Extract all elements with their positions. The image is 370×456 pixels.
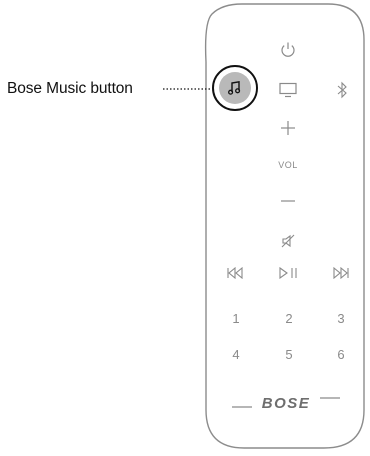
skip-forward-icon bbox=[333, 267, 349, 279]
callout-leader-line bbox=[163, 88, 212, 90]
bose-music-button[interactable] bbox=[212, 65, 258, 111]
minus-icon bbox=[281, 200, 295, 202]
volume-up-button[interactable] bbox=[278, 118, 298, 138]
preset-1-button[interactable]: 1 bbox=[226, 309, 246, 327]
preset-5-button[interactable]: 5 bbox=[279, 345, 299, 363]
mute-button[interactable] bbox=[278, 231, 298, 251]
play-pause-button[interactable] bbox=[276, 264, 302, 282]
previous-button[interactable] bbox=[224, 264, 246, 282]
bose-logo: BOSE bbox=[232, 393, 340, 415]
volume-label: VOL bbox=[278, 160, 298, 170]
power-button[interactable] bbox=[276, 38, 300, 62]
preset-4-button[interactable]: 4 bbox=[226, 345, 246, 363]
play-pause-icon bbox=[279, 267, 297, 279]
bose-music-button-face bbox=[219, 72, 251, 104]
plus-icon bbox=[281, 121, 295, 135]
bose-logo-text: BOSE bbox=[262, 395, 311, 412]
tv-icon bbox=[279, 82, 297, 98]
tv-button[interactable] bbox=[275, 79, 301, 101]
preset-3-button[interactable]: 3 bbox=[331, 309, 351, 327]
volume-down-button[interactable] bbox=[278, 193, 298, 209]
mute-icon bbox=[281, 234, 295, 248]
next-button[interactable] bbox=[330, 264, 352, 282]
bluetooth-button[interactable] bbox=[332, 79, 352, 101]
power-icon bbox=[281, 42, 295, 57]
preset-2-button[interactable]: 2 bbox=[279, 309, 299, 327]
bluetooth-icon bbox=[337, 81, 347, 99]
skip-back-icon bbox=[227, 267, 243, 279]
music-note-icon bbox=[228, 80, 241, 95]
preset-6-button[interactable]: 6 bbox=[331, 345, 351, 363]
